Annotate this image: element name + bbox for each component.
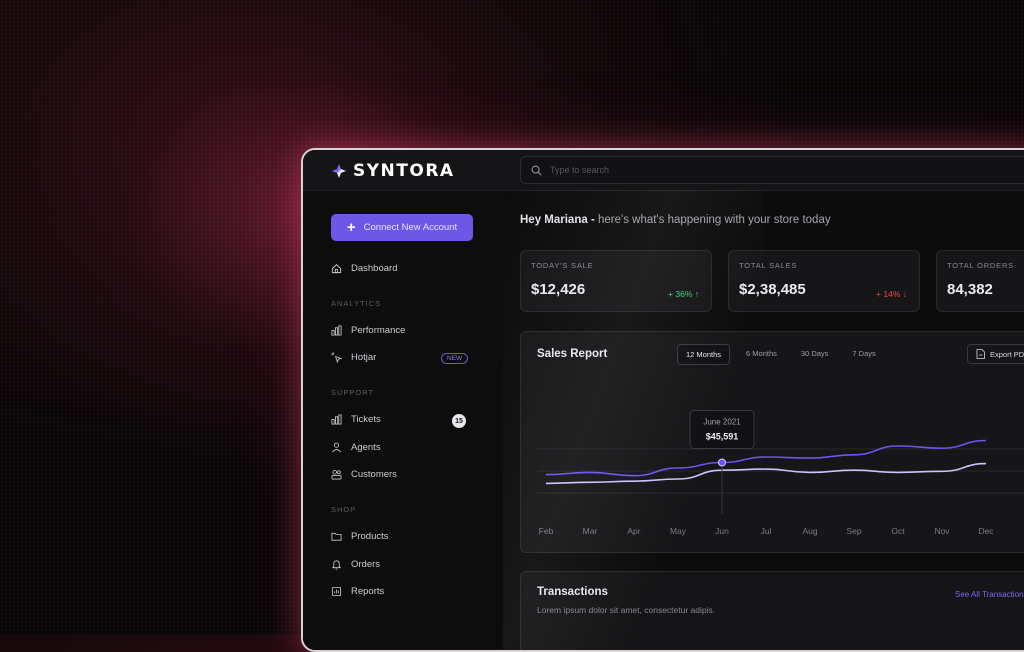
- main-content: Hey Mariana - here's what's happening wi…: [520, 191, 1024, 650]
- tooltip-label: June 2021: [703, 418, 741, 427]
- export-label: Export PDF: [990, 349, 1024, 359]
- x-tick-label: Dec: [978, 526, 994, 536]
- app-window: SYNTORA + Connect New Account Dashboard …: [301, 148, 1024, 652]
- connect-label: Connect New Account: [363, 222, 458, 233]
- file-icon: [976, 349, 985, 359]
- user-icon: [332, 442, 341, 453]
- sales-report-title: Sales Report: [537, 348, 608, 360]
- sidebar-item-label: Products: [351, 531, 389, 542]
- sidebar-item-dashboard[interactable]: Dashboard: [331, 263, 471, 274]
- series-line-1: [545, 439, 987, 477]
- transactions-title: Transactions: [537, 586, 608, 598]
- sidebar-item-tickets[interactable]: Tickets: [331, 414, 471, 425]
- x-tick-label: Feb: [539, 526, 554, 536]
- x-tick-label: May: [670, 526, 687, 536]
- x-tick-label: Mar: [583, 526, 598, 536]
- x-tick-label: Apr: [627, 526, 640, 536]
- sidebar-item-label: Customers: [351, 469, 397, 480]
- ticket-icon: [331, 414, 342, 425]
- tab-6-months[interactable]: 6 Months: [738, 344, 785, 365]
- transactions-subtitle: Lorem ipsum dolor sit amet, consectetur …: [537, 605, 716, 615]
- x-tick-label: Aug: [802, 526, 817, 536]
- stat-card-total-sales[interactable]: TOTAL SALES $2,38,485 + 14% ↓: [728, 250, 920, 312]
- sidebar-item-products[interactable]: Products: [331, 531, 471, 542]
- x-tick-label: Nov: [934, 526, 950, 536]
- stat-card-total-orders[interactable]: TOTAL ORDERS 84,382: [936, 250, 1024, 312]
- home-icon: [331, 264, 342, 274]
- brand-logo[interactable]: SYNTORA: [331, 161, 455, 181]
- sidebar-item-agents[interactable]: Agents: [331, 442, 471, 453]
- x-tick-label: Oct: [891, 526, 905, 536]
- tickets-count-badge: 15: [452, 414, 466, 428]
- new-badge: NEW: [441, 353, 469, 364]
- bar-chart-icon: [331, 325, 342, 336]
- stat-label: TOTAL SALES: [739, 261, 798, 270]
- chart-tooltip: June 2021 $45,591: [689, 410, 755, 449]
- x-tick-label: Jul: [761, 526, 772, 536]
- stat-label: TOTAL ORDERS: [947, 261, 1014, 270]
- tab-7-days[interactable]: 7 Days: [844, 344, 883, 365]
- cursor-click-icon: [331, 352, 342, 363]
- transactions-panel: Transactions Lorem ipsum dolor sit amet,…: [520, 571, 1024, 650]
- greeting-name: Hey Mariana -: [520, 214, 595, 226]
- search-bar[interactable]: [520, 156, 1024, 184]
- x-tick-label: Sep: [846, 526, 861, 536]
- x-tick-label: Jun: [715, 526, 729, 536]
- sidebar-item-label: Agents: [351, 442, 381, 453]
- sidebar-item-label: Tickets: [351, 414, 381, 425]
- period-tabs: 12 Months 6 Months 30 Days 7 Days: [677, 344, 892, 365]
- section-analytics: ANALYTICS: [331, 299, 382, 308]
- stat-value: $2,38,485: [739, 281, 806, 298]
- section-support: SUPPORT: [331, 388, 375, 397]
- bell-icon: [331, 560, 342, 570]
- brand-name: SYNTORA: [353, 161, 455, 181]
- sidebar-item-label: Performance: [351, 325, 406, 336]
- search-input[interactable]: [548, 164, 952, 176]
- tab-30-days[interactable]: 30 Days: [793, 344, 837, 365]
- sidebar-item-customers[interactable]: Customers: [331, 469, 471, 480]
- search-icon: [531, 165, 542, 176]
- stat-card-todays-sale[interactable]: TODAY'S SALE $12,426 + 36% ↑: [520, 250, 712, 312]
- stat-change: + 36% ↑: [668, 289, 699, 299]
- greeting-message: here's what's happening with your store …: [597, 214, 831, 226]
- folder-icon: [331, 532, 342, 541]
- sidebar-item-label: Hotjar: [351, 352, 377, 363]
- stat-value: 84,382: [947, 281, 993, 298]
- section-shop: SHOP: [331, 505, 357, 514]
- stat-label: TODAY'S SALE: [531, 261, 594, 270]
- sidebar-item-label: Orders: [351, 559, 381, 570]
- export-pdf-button[interactable]: Export PDF: [967, 344, 1024, 364]
- tab-12-months[interactable]: 12 Months: [677, 344, 731, 365]
- stat-change: + 14% ↓: [876, 289, 907, 299]
- see-all-transactions-link[interactable]: See All Transactions: [955, 590, 1024, 599]
- sidebar-item-reports[interactable]: Reports: [331, 586, 471, 597]
- tooltip-value: $45,591: [706, 432, 739, 442]
- users-icon: [331, 469, 342, 480]
- connect-new-account-button[interactable]: + Connect New Account: [331, 214, 473, 241]
- hover-point[interactable]: [718, 458, 726, 467]
- sidebar-item-label: Dashboard: [351, 263, 398, 274]
- plus-icon: +: [346, 219, 356, 236]
- tooltip-box: [689, 410, 755, 449]
- top-bar: SYNTORA: [303, 150, 1024, 191]
- logo-icon: [332, 164, 346, 178]
- sidebar: + Connect New Account Dashboard ANALYTIC…: [303, 191, 503, 650]
- sidebar-item-label: Reports: [351, 586, 385, 597]
- sales-report-panel: Sales Report 12 Months 6 Months 30 Days …: [520, 331, 1024, 553]
- stat-value: $12,426: [531, 281, 586, 298]
- sidebar-item-orders[interactable]: Orders: [331, 559, 471, 570]
- sales-line-chart[interactable]: June 2021 $45,591 Feb Mar Apr May Jun Jul Aug Sep…: [521, 392, 1024, 552]
- report-icon: [331, 586, 342, 597]
- greeting: Hey Mariana - here's what's happening wi…: [520, 214, 831, 226]
- sidebar-item-performance[interactable]: Performance: [331, 325, 471, 336]
